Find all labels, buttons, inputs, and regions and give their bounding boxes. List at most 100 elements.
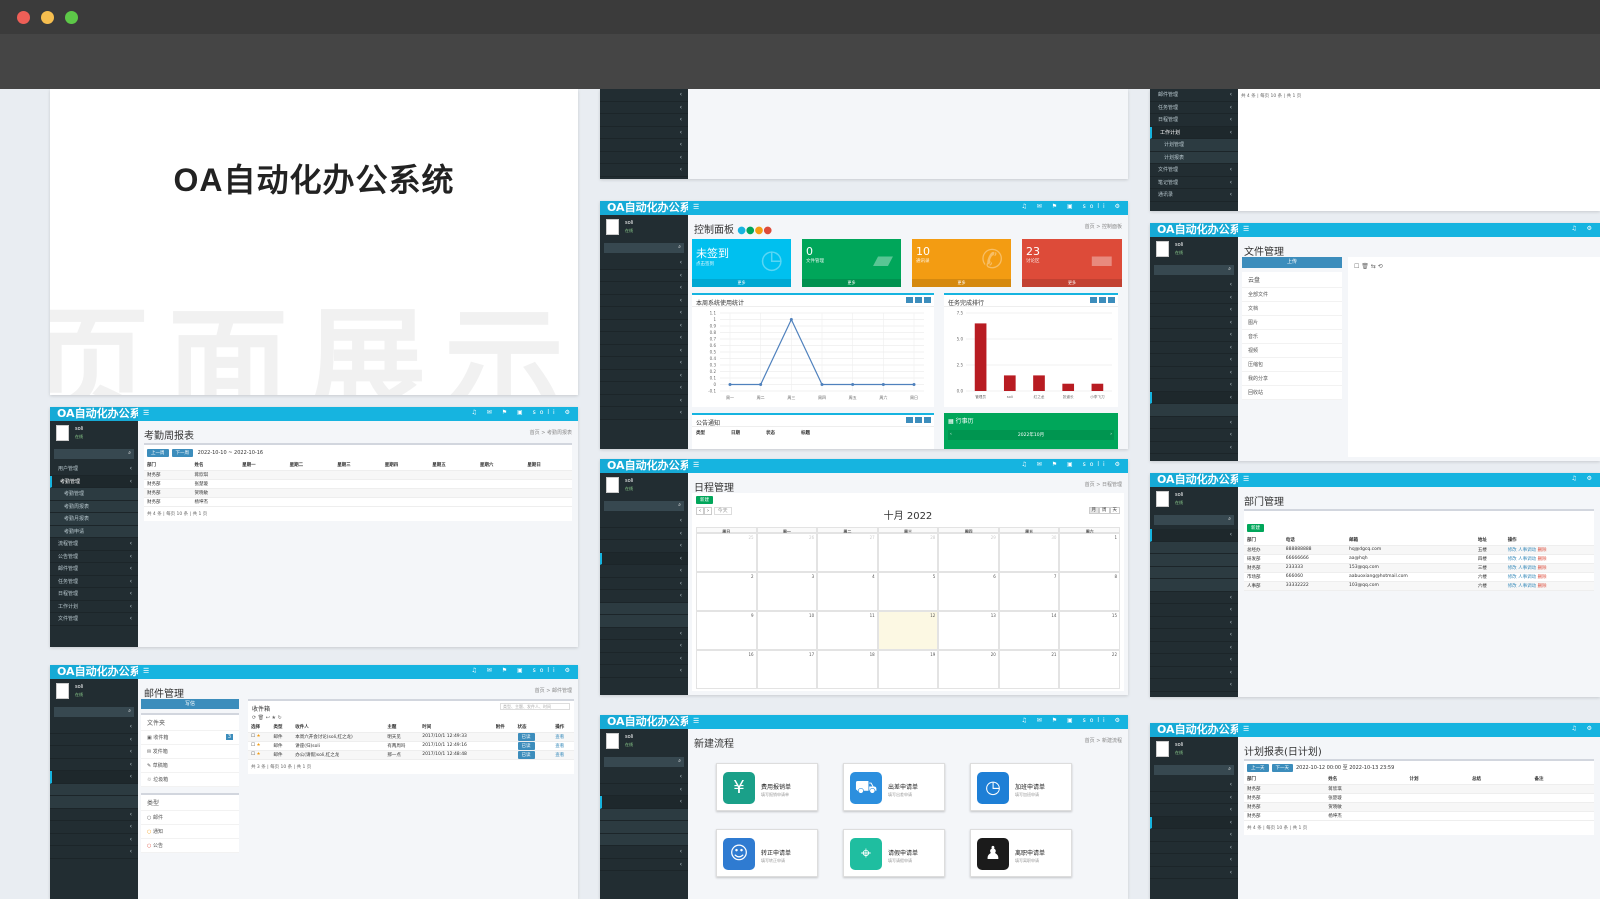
sidebar-item[interactable]	[50, 734, 138, 746]
menu-toggle-icon[interactable]: ☰	[693, 461, 699, 469]
folder-inbox[interactable]: ▣ 收件箱 3	[141, 731, 239, 745]
close-window-button[interactable]	[17, 11, 30, 24]
sidebar-item[interactable]	[1150, 342, 1238, 354]
sidebar-item[interactable]	[600, 859, 688, 871]
sidebar-item[interactable]	[600, 332, 688, 345]
sidebar-item[interactable]: 日程管理	[1150, 114, 1238, 127]
sidebar-item[interactable]	[1150, 804, 1238, 817]
sidebar-search[interactable]: ⌕	[604, 501, 684, 511]
delete-link[interactable]: 删除	[1538, 557, 1547, 562]
sidebar-item[interactable]	[600, 102, 688, 114]
row-checkbox[interactable]: ☐ ★	[248, 750, 271, 760]
sidebar-subitem[interactable]: 考勤申请	[50, 525, 138, 538]
sidebar-item[interactable]	[600, 395, 688, 407]
flow-card[interactable]: ¥ 费用报销单 填写报销申请单	[716, 763, 818, 811]
reload-icon[interactable]: ↻	[278, 715, 282, 721]
sidebar-subitem[interactable]: 计划管理	[1150, 139, 1238, 152]
sidebar-search[interactable]: ⌕	[604, 757, 684, 767]
type-announce[interactable]: ○ 公告	[141, 839, 239, 853]
calendar-day[interactable]: 12	[877, 611, 939, 650]
sidebar-item[interactable]	[1150, 429, 1238, 442]
sidebar-item[interactable]: 任务管理	[1150, 102, 1238, 114]
calendar-day[interactable]: 13	[938, 611, 999, 650]
tree-root[interactable]: 云盘	[1242, 272, 1342, 288]
calendar-day[interactable]: 15	[1059, 611, 1120, 650]
sidebar-item[interactable]	[600, 784, 688, 796]
sidebar-item[interactable]	[600, 307, 688, 320]
next-month-icon[interactable]: ›	[1110, 432, 1112, 437]
tree-item[interactable]: 我的分享	[1242, 372, 1342, 386]
sidebar-item[interactable]: 公告管理	[50, 551, 138, 563]
calendar-day[interactable]: 28	[877, 533, 939, 572]
sidebar-item[interactable]: 文件管理	[1150, 164, 1238, 177]
calendar-month[interactable]: ‹ 2022年10月 ›	[948, 430, 1114, 440]
sidebar-subitem[interactable]	[1150, 579, 1238, 592]
calendar-day[interactable]: 2	[696, 572, 757, 611]
panel-buttons[interactable]	[904, 417, 931, 423]
sidebar-item[interactable]	[1150, 679, 1238, 692]
calendar-day[interactable]: 5	[877, 572, 939, 611]
sidebar-item[interactable]	[600, 796, 688, 809]
header-tools[interactable]: ♫ ✉ ⚑ ▣ soli ⚙	[1022, 203, 1125, 210]
sidebar-item[interactable]	[1150, 629, 1238, 642]
sidebar-item[interactable]: 考勤管理	[50, 475, 138, 488]
prev-day-button[interactable]: 上一天	[1247, 764, 1269, 772]
calendar-day[interactable]: 19	[877, 650, 939, 689]
sidebar-item[interactable]	[1150, 367, 1238, 379]
sidebar-item[interactable]	[600, 127, 688, 139]
stat-card[interactable]: 10 通讯录 ✆ 更多	[912, 239, 1011, 287]
view-day-button[interactable]: 天	[1109, 507, 1120, 514]
sidebar-item[interactable]	[1150, 304, 1238, 317]
tree-item[interactable]: 图片	[1242, 316, 1342, 330]
calendar-day[interactable]: 21	[998, 650, 1060, 689]
panel-buttons[interactable]	[904, 297, 931, 303]
calendar-day[interactable]: 27	[817, 533, 878, 572]
sidebar-subitem[interactable]: 考勤月报表	[50, 513, 138, 526]
breadcrumb[interactable]: 首页 > 考勤周报表	[530, 429, 572, 436]
tree-item[interactable]: 视频	[1242, 344, 1342, 358]
calendar-day[interactable]: 8	[1059, 572, 1120, 611]
sidebar-item[interactable]	[600, 578, 688, 590]
mail-search-input[interactable]: 类型、主题、发件人、时间	[500, 703, 570, 710]
calendar-day[interactable]: 10	[756, 611, 818, 650]
sidebar-item[interactable]	[1150, 667, 1238, 679]
sidebar-item[interactable]	[1150, 592, 1238, 604]
header-tools[interactable]: ♫ ⚙	[1571, 225, 1596, 232]
calendar-day[interactable]: 9	[696, 611, 757, 650]
app-logo[interactable]: OA自动化办公系统	[1150, 473, 1238, 487]
sidebar-item[interactable]	[50, 846, 138, 859]
table-row[interactable]: ☐ ★ 邮件 本周六开会讨论(soli,红之龙) 明天见 2017/10/1 12:49…	[248, 732, 574, 742]
calendar-day[interactable]: 6	[938, 572, 999, 611]
tree-item[interactable]: 音乐	[1242, 330, 1342, 344]
sidebar-item[interactable]	[600, 407, 688, 420]
app-logo[interactable]: OA自动化办公系统	[50, 665, 138, 679]
header-tools[interactable]: ♫ ✉ ⚑ ▣ soli ⚙	[1022, 717, 1125, 724]
menu-toggle-icon[interactable]: ☰	[1243, 225, 1249, 233]
sidebar-item[interactable]	[1150, 792, 1238, 804]
sidebar-item[interactable]	[600, 628, 688, 640]
row-checkbox[interactable]: ☐ ★	[248, 732, 271, 742]
edit-link[interactable]: 修改	[1508, 584, 1517, 589]
flow-card[interactable]: ◷ 加班申请单 填写加班申请	[970, 763, 1072, 811]
transfer-link[interactable]: 人事调动	[1518, 557, 1536, 562]
minimize-window-button[interactable]	[41, 11, 54, 24]
table-row[interactable]: ☐ ★ 邮件 讲座(归)soli 有两周吗 2017/10/1 12:49:16 已读 查看	[248, 741, 574, 751]
header-tools[interactable]: ♫ ✉ ⚑ ▣ soli ⚙	[472, 667, 575, 674]
sidebar-item[interactable]	[1150, 529, 1238, 542]
sidebar-item[interactable]: 工作计划	[1150, 126, 1238, 139]
new-dept-button[interactable]: 新建	[1247, 524, 1264, 532]
sidebar-item[interactable]: 任务管理	[50, 576, 138, 588]
sidebar-item[interactable]: 日程管理	[50, 588, 138, 601]
panel-buttons[interactable]	[1088, 297, 1115, 303]
header-tools[interactable]: ♫ ⚙	[1571, 725, 1596, 732]
share-icon[interactable]: ⟲	[1378, 263, 1383, 270]
sidebar-item[interactable]	[600, 640, 688, 653]
menu-toggle-icon[interactable]: ☰	[693, 203, 699, 211]
sidebar-item[interactable]	[1150, 654, 1238, 667]
edit-link[interactable]: 修改	[1508, 548, 1517, 553]
sidebar-item[interactable]	[1150, 617, 1238, 629]
sidebar-subitem[interactable]	[600, 821, 688, 834]
sidebar-item[interactable]: 文件管理	[50, 613, 138, 626]
move-icon[interactable]: ⇆	[1371, 263, 1378, 270]
flow-card[interactable]: ⛟ 出差申请单 填写出差申请	[843, 763, 945, 811]
